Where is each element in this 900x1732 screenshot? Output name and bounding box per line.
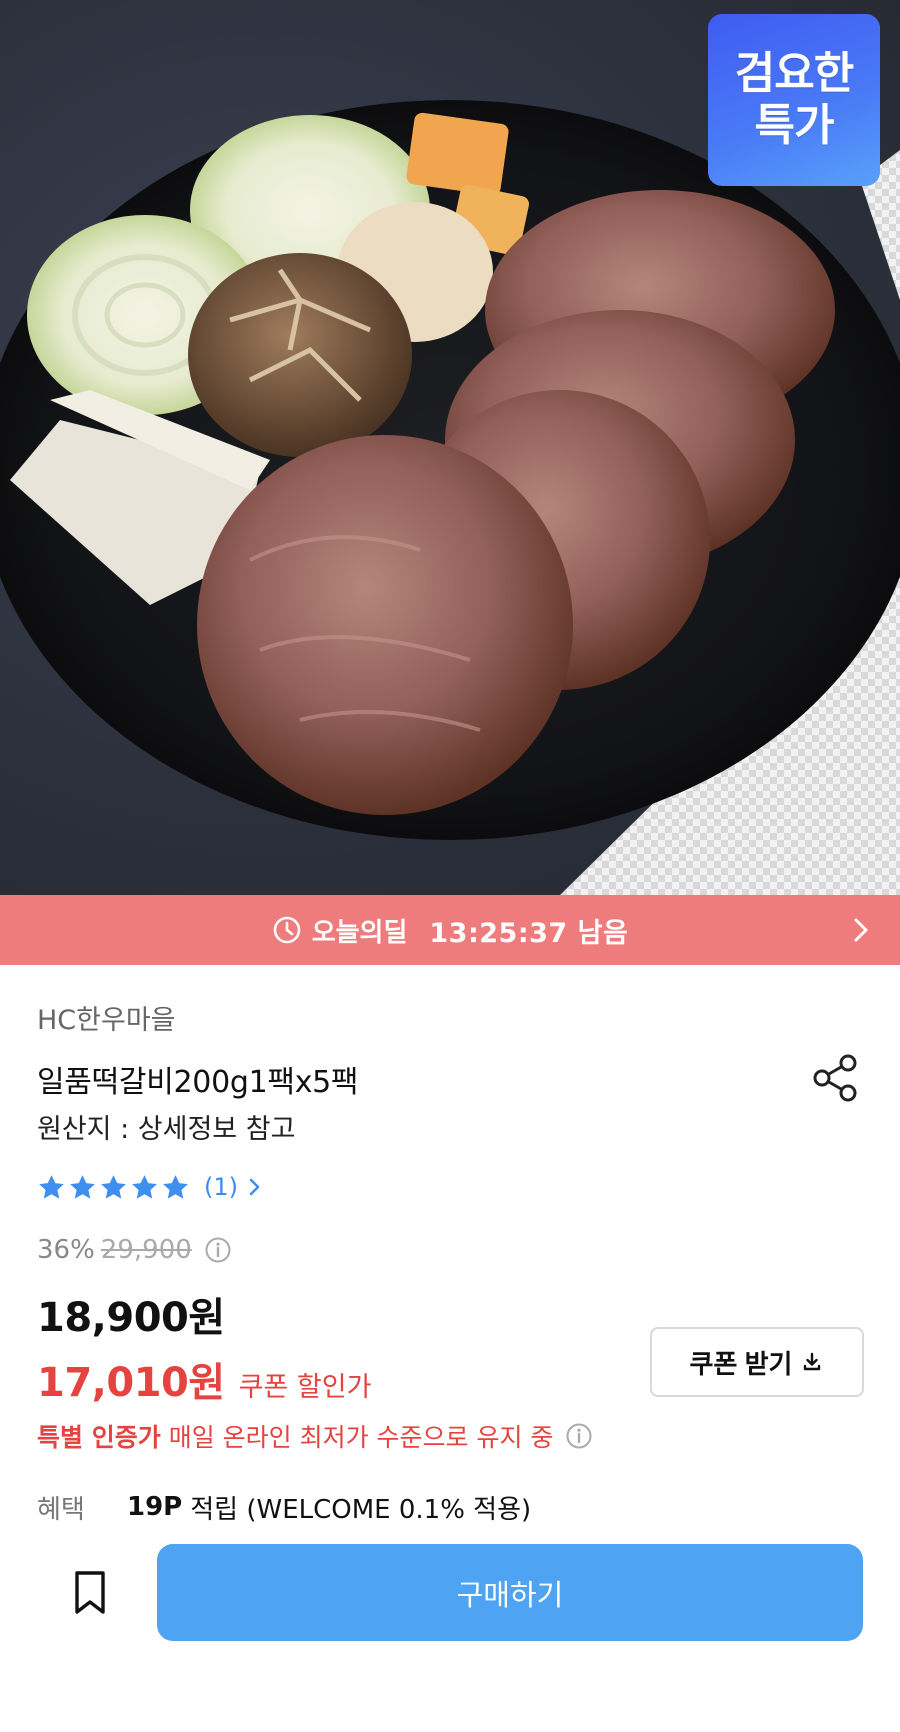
original-price-row: 36% 29,900	[37, 1233, 232, 1267]
benefit-desc: 적립 (WELCOME 0.1% 적용)	[190, 1494, 532, 1525]
chevron-right-icon	[249, 1178, 260, 1196]
product-image: 검요한 특가	[0, 0, 900, 895]
get-coupon-button[interactable]: 쿠폰 받기	[650, 1327, 864, 1397]
todays-deal-bar[interactable]: 오늘의딜 13:25:37 남음	[0, 895, 900, 965]
rating-row[interactable]: (1)	[37, 1170, 264, 1204]
clock-icon	[273, 916, 301, 944]
benefit-points: 19P	[127, 1492, 183, 1522]
discount-percent: 36%	[37, 1235, 95, 1265]
special-deal-badge: 검요한 특가	[708, 14, 880, 186]
star-icon	[132, 1174, 157, 1199]
star-icon	[163, 1174, 188, 1199]
chevron-right-icon	[854, 918, 868, 942]
get-coupon-label: 쿠폰 받기	[689, 1348, 793, 1379]
brand-name[interactable]: HC한우마을	[37, 998, 176, 1037]
product-title: 일품떡갈비200g1팩x5팩	[37, 1065, 359, 1100]
rating-stars	[37, 1173, 192, 1202]
benefit-key: 혜택	[37, 1494, 85, 1525]
sale-price: 18,900원	[37, 1295, 225, 1341]
star-icon	[70, 1174, 95, 1199]
badge-line-1: 검요한	[734, 48, 854, 99]
badge-line-2: 특가	[754, 100, 835, 151]
buy-label: 구매하기	[456, 1579, 564, 1612]
share-icon[interactable]	[808, 1050, 864, 1106]
coupon-price-label: 쿠폰 할인가	[238, 1372, 372, 1403]
bookmark-icon[interactable]	[62, 1564, 118, 1620]
certified-price-label: 특별 인증가	[37, 1423, 161, 1452]
info-icon[interactable]	[565, 1422, 593, 1450]
certified-price-desc: 매일 온라인 최저가 수준으로 유지 중	[168, 1423, 554, 1452]
star-icon	[101, 1174, 126, 1199]
original-price: 29,900	[100, 1235, 192, 1265]
deal-label: 오늘의딜	[311, 917, 408, 948]
download-icon	[804, 1352, 821, 1371]
deal-timer: 13:25:37 남음	[429, 917, 629, 949]
coupon-price: 17,010원	[37, 1360, 225, 1406]
buy-button[interactable]: 구매하기	[157, 1544, 863, 1641]
origin-info: 원산지 : 상세정보 참고	[37, 1114, 296, 1145]
info-icon[interactable]	[204, 1236, 232, 1264]
coupon-price-row: 17,010원 쿠폰 할인가	[37, 1350, 371, 1406]
benefit-row: 혜택 19P 적립 (WELCOME 0.1% 적용)	[37, 1489, 531, 1525]
star-icon	[39, 1174, 64, 1199]
review-count: (1)	[204, 1173, 238, 1201]
certified-price-row: 특별 인증가 매일 온라인 최저가 수준으로 유지 중	[37, 1418, 593, 1454]
